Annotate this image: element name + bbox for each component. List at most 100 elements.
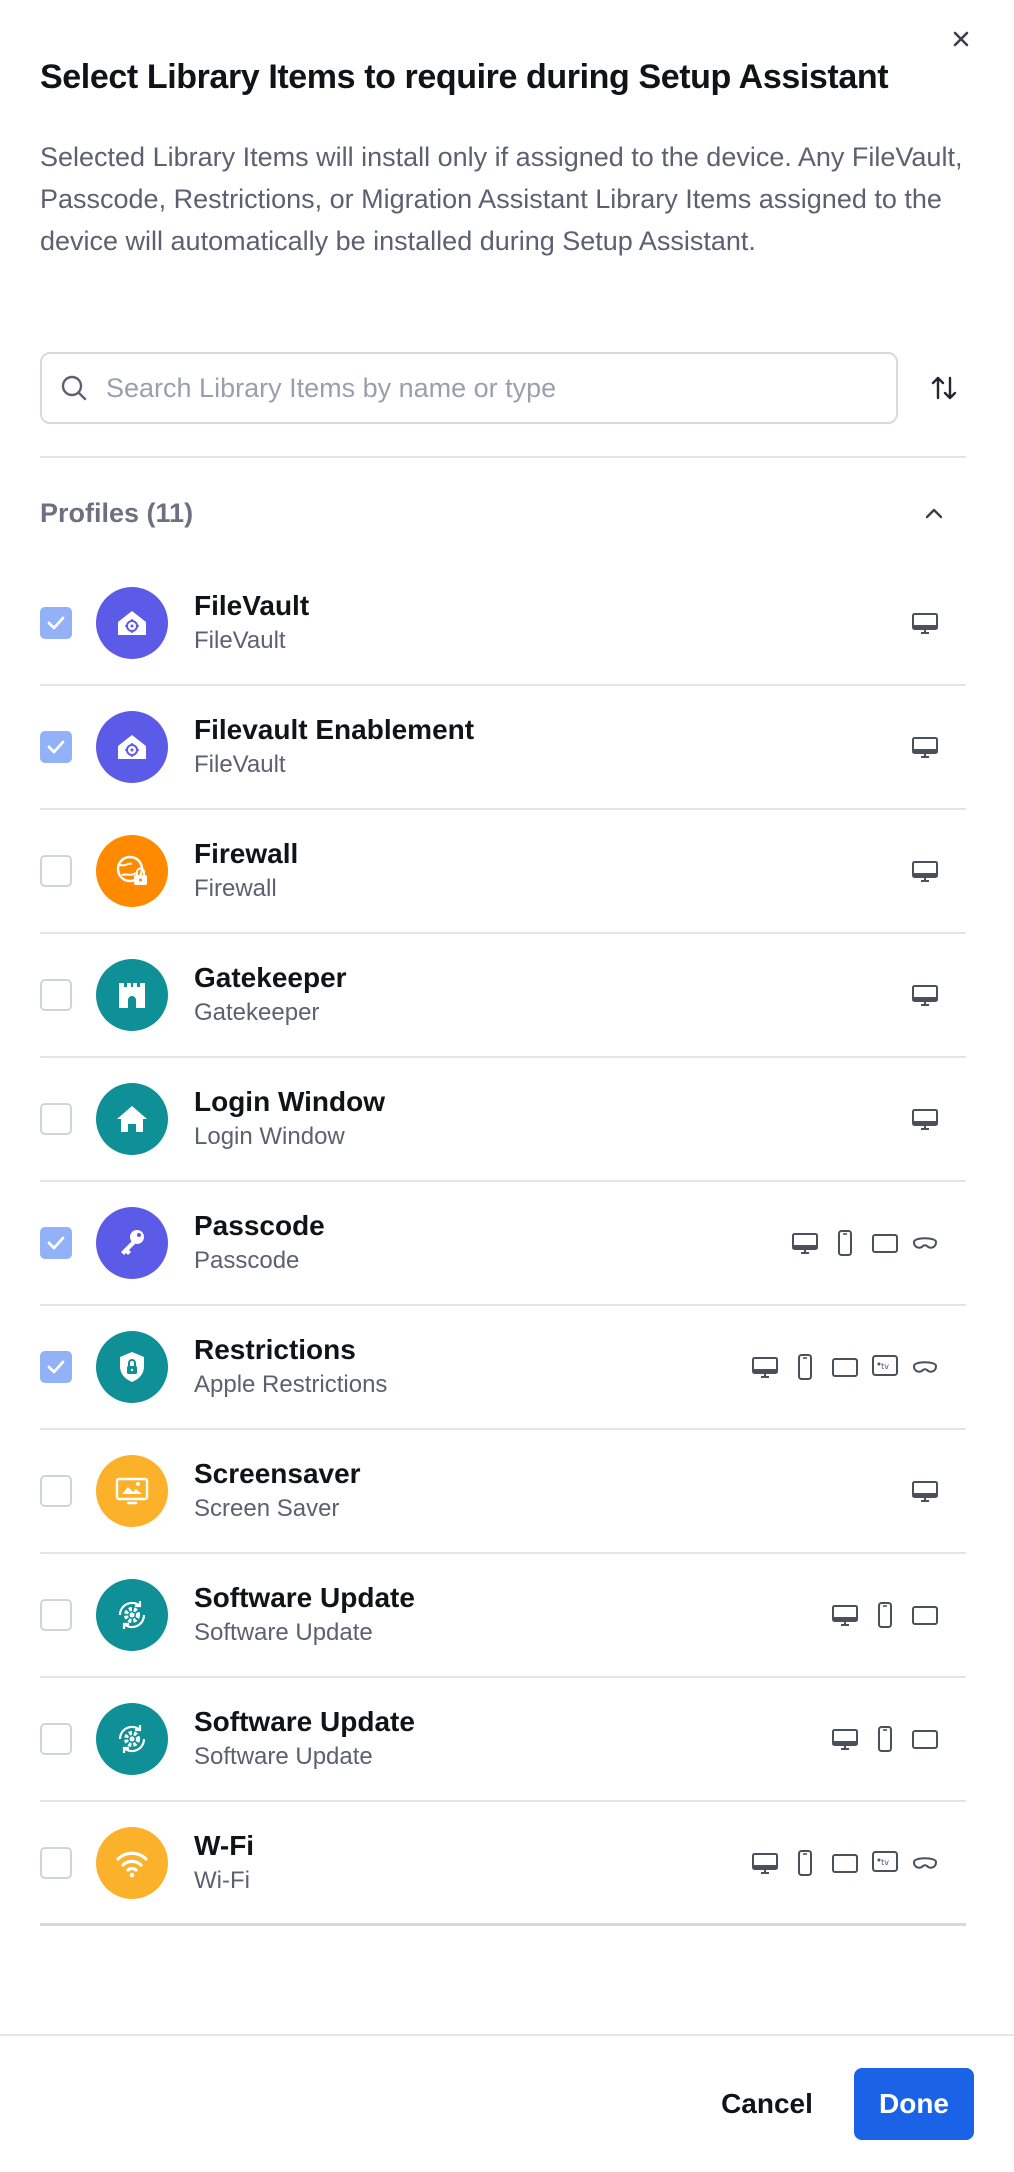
device-list — [910, 980, 940, 1010]
ipad-icon — [910, 1600, 940, 1630]
item-type: Software Update — [194, 1619, 373, 1646]
device-list — [910, 732, 940, 762]
gear-refresh-icon — [96, 1703, 168, 1775]
list-item[interactable]: Firewall Firewall — [40, 810, 966, 934]
iphone-icon — [830, 1228, 860, 1258]
device-list: tv — [750, 1352, 940, 1382]
item-checkbox[interactable] — [40, 731, 72, 763]
item-checkbox[interactable] — [40, 855, 72, 887]
item-type: Apple Restrictions — [194, 1371, 388, 1398]
item-type: Software Update — [194, 1743, 373, 1770]
item-name: Filevault Enablement — [194, 714, 475, 745]
item-checkbox[interactable] — [40, 979, 72, 1011]
item-text: Software Update Software Update — [194, 1581, 830, 1649]
library-items-list: FileVault FileVault Filevault Enablement Fi… — [40, 562, 966, 1926]
item-checkbox[interactable] — [40, 1475, 72, 1507]
iphone-icon — [870, 1724, 900, 1754]
list-item[interactable]: Software Update Software Update — [40, 1554, 966, 1678]
mac-icon — [910, 1104, 940, 1134]
item-type: FileVault — [194, 751, 286, 778]
close-button[interactable] — [944, 22, 978, 56]
mac-icon — [750, 1848, 780, 1878]
checkmark-icon — [47, 1236, 65, 1250]
device-list — [910, 1476, 940, 1506]
item-text: Software Update Software Update — [194, 1705, 830, 1773]
item-text: Filevault Enablement FileVault — [194, 713, 910, 781]
collapse-button[interactable] — [914, 493, 954, 533]
filevault-house-icon — [96, 587, 168, 659]
mac-icon — [910, 608, 940, 638]
vision-icon — [910, 1848, 940, 1878]
ipad-icon — [870, 1228, 900, 1258]
item-type: Wi-Fi — [194, 1866, 250, 1894]
item-checkbox[interactable] — [40, 607, 72, 639]
vision-icon — [910, 1352, 940, 1382]
footer-divider — [0, 2034, 1014, 2036]
item-type: Screen Saver — [194, 1495, 340, 1522]
item-name: FileVault — [194, 590, 310, 621]
chevron-up-icon — [925, 508, 943, 519]
device-list: tv — [750, 1848, 940, 1878]
item-checkbox[interactable] — [40, 1351, 72, 1383]
screensaver-icon — [96, 1455, 168, 1527]
shield-lock-icon — [96, 1331, 168, 1403]
search-icon — [61, 375, 87, 401]
iphone-icon — [790, 1352, 820, 1382]
list-item[interactable]: W-Fi Wi-Fi tv — [40, 1802, 966, 1926]
device-list — [830, 1724, 940, 1754]
mac-icon — [910, 980, 940, 1010]
search-row — [40, 352, 966, 424]
search-box[interactable] — [40, 352, 898, 424]
device-list — [910, 856, 940, 886]
dialog-description: Selected Library Items will install only… — [40, 142, 963, 256]
gear-refresh-icon — [96, 1579, 168, 1651]
item-checkbox[interactable] — [40, 1846, 72, 1879]
ipad-icon — [830, 1848, 860, 1878]
list-item[interactable]: Passcode Passcode — [40, 1182, 966, 1306]
sort-button[interactable] — [922, 366, 966, 410]
item-type: Gatekeeper — [194, 999, 320, 1026]
close-icon — [953, 31, 969, 47]
list-item[interactable]: Login Window Login Window — [40, 1058, 966, 1182]
item-checkbox[interactable] — [40, 1103, 72, 1135]
checkmark-icon — [47, 616, 65, 630]
ipad-icon — [910, 1724, 940, 1754]
item-name: Screensaver — [194, 1458, 361, 1489]
svg-text:tv: tv — [881, 1362, 889, 1371]
item-name: Software Update — [194, 1706, 415, 1737]
mac-icon — [910, 1476, 940, 1506]
section-title: Profiles (11) — [40, 497, 194, 528]
cancel-button[interactable]: Cancel — [700, 2068, 834, 2140]
tv-icon: tv — [870, 1352, 900, 1382]
svg-text:tv: tv — [881, 1858, 889, 1867]
item-checkbox[interactable] — [40, 1723, 72, 1755]
device-list — [910, 608, 940, 638]
device-list — [830, 1600, 940, 1630]
firewall-lock-icon — [96, 835, 168, 907]
done-button[interactable]: Done — [854, 2068, 974, 2140]
item-type: Login Window — [194, 1123, 345, 1150]
ipad-icon — [830, 1352, 860, 1382]
list-item[interactable]: Gatekeeper Gatekeeper — [40, 934, 966, 1058]
search-input[interactable] — [106, 372, 866, 404]
item-text: Passcode Passcode — [194, 1209, 790, 1277]
item-text: Gatekeeper Gatekeeper — [194, 961, 910, 1029]
list-item[interactable]: Restrictions Apple Restrictions tv — [40, 1306, 966, 1430]
device-list — [790, 1228, 940, 1258]
list-item[interactable]: Filevault Enablement FileVault — [40, 686, 966, 810]
item-text: Screensaver Screen Saver — [194, 1457, 910, 1525]
item-text: Restrictions Apple Restrictions — [194, 1333, 750, 1401]
dialog-title: Select Library Items to require during S… — [40, 58, 889, 96]
item-name: Software Update — [194, 1582, 415, 1613]
checkmark-icon — [47, 740, 65, 754]
item-name: Login Window — [194, 1086, 386, 1117]
mac-icon — [830, 1600, 860, 1630]
profiles-section-header[interactable]: Profiles (11) — [40, 490, 966, 536]
mac-icon — [830, 1724, 860, 1754]
list-item[interactable]: Screensaver Screen Saver — [40, 1430, 966, 1554]
list-item[interactable]: Software Update Software Update — [40, 1678, 966, 1802]
item-checkbox[interactable] — [40, 1599, 72, 1631]
list-item[interactable]: FileVault FileVault — [40, 562, 966, 686]
item-checkbox[interactable] — [40, 1227, 72, 1259]
item-name: Firewall — [194, 838, 299, 869]
